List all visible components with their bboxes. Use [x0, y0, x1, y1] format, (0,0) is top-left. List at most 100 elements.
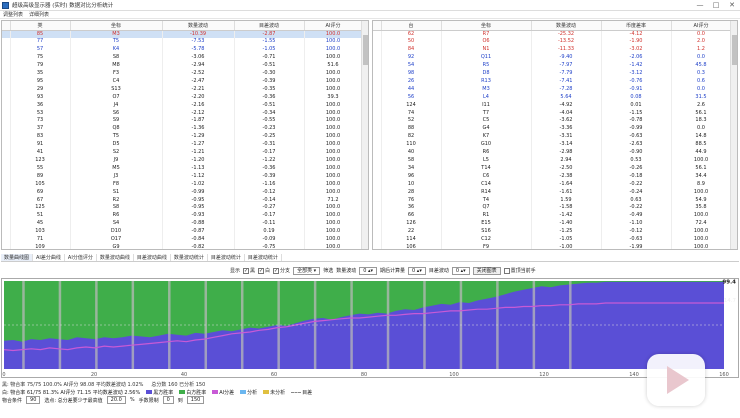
table-row[interactable]: 74 T7 -4.04 -1.15 56.1	[373, 109, 732, 118]
table-row[interactable]: 52 C5 -3.62 -0.78 18.3	[373, 117, 732, 126]
table-row[interactable]: 28 R14 -1.61 -0.24 100.0	[373, 188, 732, 197]
table-row[interactable]: 35 F3 -2.52 -0.30 100.0	[2, 70, 363, 78]
keep-top-checkbox[interactable]	[503, 267, 510, 274]
table-row[interactable]: 88 G4 -3.36 -0.99 0.0	[373, 125, 732, 134]
table-row[interactable]: 96 C6 -2.38 -0.18 34.4	[373, 172, 732, 181]
left-data-grid[interactable]: 类坐标 数量波动 目差波动 AI评分 85 M3 -10.39 -2.87 100.0 77 T5…	[1, 20, 369, 250]
keep-top-toggle[interactable]: 置顶当前手	[503, 267, 536, 274]
table-row[interactable]: 93 O7 -2.20 -0.36 39.3	[2, 93, 363, 102]
table-row[interactable]: 126 E15 -1.40 -1.10 72.4	[373, 220, 732, 229]
table-row[interactable]: 36 Q7 -1.58 -0.22 35.8	[373, 204, 732, 213]
table-row[interactable]: 98 D8 -7.79 -3.12 0.3	[373, 70, 732, 78]
table-row[interactable]: 10 C14 -1.64 -0.22 8.9	[373, 180, 732, 189]
table-row[interactable]: 55 M5 -1.13 -0.36 100.0	[2, 164, 363, 173]
tblR-header-4[interactable]: 币度差率	[601, 21, 672, 31]
table-row[interactable]: 106 F9 -1.00 -1.99 100.0	[373, 243, 732, 249]
tab-qty-curve[interactable]: 数量曲线图	[1, 253, 34, 261]
tblL-header-1[interactable]: 类	[10, 21, 71, 31]
minimize-button[interactable]: —	[692, 1, 708, 9]
table-row[interactable]: 40 R6 -2.98 -0.90 44.9	[373, 149, 732, 157]
right-data-grid[interactable]: 台坐标 数量波动 币度差率 AI评分 62 R7 -25.32 -4.12 0.0 50 O6 -1…	[372, 20, 738, 250]
table-row[interactable]: 103 D10 -0.87 0.19 100.0	[2, 228, 363, 237]
qty-spinner[interactable]: 0 ▴▾	[359, 266, 378, 275]
table-row[interactable]: 76 T4 1.59 0.63 54.9	[373, 196, 732, 205]
table-row[interactable]: 56 L4 5.64 0.08 31.5	[373, 93, 732, 102]
move-limit-to-input[interactable]: 150	[186, 396, 205, 404]
tab-qty-stats[interactable]: 数量波动统计	[171, 253, 208, 261]
table-row[interactable]: 84 N1 -11.33 -3.02 1.2	[373, 46, 732, 55]
table-row[interactable]: 95 C4 -2.47 -0.39 100.0	[2, 77, 363, 86]
right-scrollbar[interactable]	[730, 21, 737, 249]
tblR-header-3[interactable]: 数量波动	[531, 21, 602, 31]
table-row[interactable]: 114 C12 -1.05 -0.63 100.0	[373, 236, 732, 244]
table-row[interactable]: 51 R6 -0.93 -0.17 100.0	[2, 212, 363, 221]
table-row[interactable]: 73 S9 -1.87 -0.55 100.0	[2, 117, 363, 126]
tab-diff-stats-2[interactable]: 目差波动统计	[245, 253, 282, 261]
tab-diff-stats[interactable]: 目差波动统计	[208, 253, 245, 261]
tab-qty-wave[interactable]: 数量波动曲线	[97, 253, 134, 261]
white-toggle[interactable]: ✓ 白	[258, 267, 270, 274]
close-chart-button[interactable]: 关闭图表	[472, 266, 501, 275]
move-limit-from-input[interactable]: 0	[162, 396, 174, 404]
table-row[interactable]: 124 I11 -4.92 0.01 2.6	[373, 101, 732, 110]
table-row[interactable]: 82 K7 -3.31 -0.63 14.8	[373, 133, 732, 142]
table-row[interactable]: 57 K4 -5.78 -1.05 100.0	[2, 46, 363, 55]
category-select[interactable]: 全部类 ▾	[293, 266, 321, 275]
tab-ai-score[interactable]: AI分值评分	[65, 253, 97, 261]
left-scroll-thumb[interactable]	[363, 35, 368, 65]
table-row[interactable]: 92 Q11 -9.40 -2.06 0.0	[373, 54, 732, 63]
tab-ai-diff[interactable]: AI差分曲线	[33, 253, 65, 261]
table-row[interactable]: 110 G10 -3.14 -2.63 88.5	[373, 141, 732, 150]
winrate-chart[interactable]: 0 20 40 60 80 100 120 140 160 99.4 14.7	[1, 278, 739, 378]
tblR-header-5[interactable]: AI评分	[671, 21, 732, 31]
table-row[interactable]: 53 S6 -2.12 -0.34 100.0	[2, 109, 363, 118]
table-row[interactable]: 29 S13 -2.21 -0.35 100.0	[2, 85, 363, 94]
menu-item-adjust-list[interactable]: 调整列表	[0, 11, 26, 18]
white-checkbox[interactable]: ✓	[258, 267, 265, 274]
tblR-header-0[interactable]	[373, 21, 382, 31]
table-row[interactable]: 85 M3 -10.39 -2.87 100.0	[2, 30, 363, 39]
tblL-header-0[interactable]	[2, 21, 11, 31]
close-button[interactable]: ✕	[724, 1, 740, 9]
table-row[interactable]: 50 O6 -13.52 -1.90 2.0	[373, 38, 732, 47]
tblL-header-2[interactable]: 坐标	[70, 21, 163, 31]
menu-item-detail-list[interactable]: 详细列表	[26, 11, 52, 18]
table-row[interactable]: 123 J9 -1.20 -1.22 100.0	[2, 157, 363, 165]
table-row[interactable]: 67 R2 -0.95 -0.14 71.2	[2, 196, 363, 205]
table-row[interactable]: 83 T5 -1.29 -0.25 100.0	[2, 133, 363, 142]
table-row[interactable]: 125 S8 -0.95 -0.27 100.0	[2, 204, 363, 213]
table-row[interactable]: 41 S2 -1.21 -0.17 100.0	[2, 149, 363, 157]
table-row[interactable]: 79 M8 -2.94 -0.51 51.6	[2, 62, 363, 71]
tblL-header-3[interactable]: 数量波动	[162, 21, 235, 31]
video-play-overlay[interactable]	[647, 354, 705, 406]
branch-checkbox[interactable]: ✓	[273, 267, 280, 274]
tblR-header-2[interactable]: 坐标	[441, 21, 532, 31]
table-row[interactable]: 109 G9 -0.82 -0.75 100.0	[2, 243, 363, 249]
black-toggle[interactable]: ✓ 黑	[243, 267, 255, 274]
table-row[interactable]: 34 T14 -2.50 -0.26 56.1	[373, 164, 732, 173]
match-cond-input[interactable]: 90	[26, 396, 41, 404]
table-row[interactable]: 44 M3 -7.28 -0.91 0.0	[373, 85, 732, 94]
select-pt-input[interactable]: 20.0	[106, 396, 126, 404]
table-row[interactable]: 89 J3 -1.12 -0.39 100.0	[2, 172, 363, 181]
table-row[interactable]: 62 R7 -25.32 -4.12 0.0	[373, 30, 732, 39]
table-row[interactable]: 71 O17 -0.84 -0.09 100.0	[2, 236, 363, 244]
table-row[interactable]: 54 R5 -7.97 -1.42 45.8	[373, 62, 732, 71]
table-row[interactable]: 26 R13 -7.41 -0.76 0.6	[373, 77, 732, 86]
table-row[interactable]: 58 L5 2.94 0.53 100.0	[373, 157, 732, 165]
left-scrollbar[interactable]	[361, 21, 368, 249]
tab-diff-wave[interactable]: 目差波动曲线	[134, 253, 171, 261]
table-row[interactable]: 22 S16 -1.25 -0.12 100.0	[373, 228, 732, 237]
black-checkbox[interactable]: ✓	[243, 267, 250, 274]
table-row[interactable]: 77 T5 -7.53 -1.55 100.0	[2, 38, 363, 47]
diff-spinner[interactable]: 0 ▴▾	[451, 266, 470, 275]
table-row[interactable]: 37 Q8 -1.36 -0.23 100.0	[2, 125, 363, 134]
branch-toggle[interactable]: ✓ 分支	[273, 267, 290, 274]
table-row[interactable]: 66 R1 -1.42 -0.49 100.0	[373, 212, 732, 221]
table-row[interactable]: 45 S4 -0.88 -0.11 100.0	[2, 220, 363, 229]
right-scroll-thumb[interactable]	[732, 35, 737, 65]
table-row[interactable]: 69 S1 -0.99 -0.12 100.0	[2, 188, 363, 197]
tblR-header-1[interactable]: 台	[381, 21, 442, 31]
tblL-header-5[interactable]: AI评分	[304, 21, 363, 31]
maximize-button[interactable]: □	[708, 1, 724, 9]
